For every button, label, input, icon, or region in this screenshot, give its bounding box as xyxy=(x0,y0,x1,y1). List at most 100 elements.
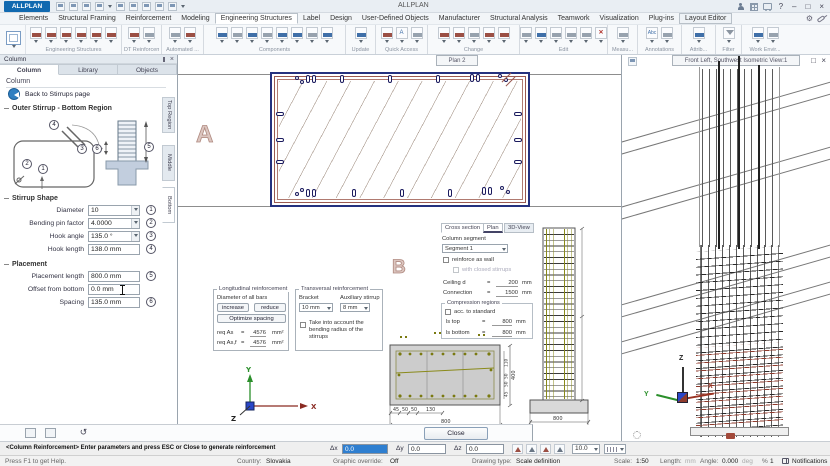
delete-icon[interactable]: ✕ xyxy=(595,27,607,39)
tab-engineering-structures[interactable]: Engineering Structures xyxy=(215,13,298,24)
ribbon-icon[interactable] xyxy=(355,27,367,39)
ribbon-icon[interactable] xyxy=(90,27,102,39)
viewport-stack-icon[interactable] xyxy=(628,57,637,66)
ribbon-icon[interactable] xyxy=(291,27,303,39)
optimize-spacing-button[interactable]: Optimize spacing xyxy=(217,314,286,323)
ribbon-icon[interactable] xyxy=(580,27,592,39)
ribbon-icon[interactable] xyxy=(75,27,87,39)
ribbon-icon[interactable] xyxy=(216,27,228,39)
abc-text-icon[interactable]: Abc xyxy=(646,27,658,39)
tab-reinforcement[interactable]: Reinforcement xyxy=(121,14,177,23)
palette-tab-column[interactable]: Column xyxy=(0,64,59,75)
dropdown-button[interactable] xyxy=(131,219,139,228)
tab-cross-section[interactable]: Cross section xyxy=(441,223,484,233)
viewport-tab-plan2[interactable]: Plan 2 xyxy=(436,55,478,66)
close-icon[interactable]: × xyxy=(817,1,826,12)
tab-elements[interactable]: Elements xyxy=(14,14,53,23)
acc-to-standard-checkbox[interactable] xyxy=(445,309,451,315)
text-icon[interactable]: A xyxy=(396,27,408,39)
palette-tab-objects[interactable]: Objects xyxy=(118,64,177,75)
copy-settings-icon[interactable] xyxy=(45,428,56,438)
delta-y-input[interactable]: 0.0 xyxy=(408,444,446,454)
ribbon-icon[interactable] xyxy=(169,27,181,39)
section-stirrup-shape[interactable]: Stirrup Shape xyxy=(4,195,58,202)
angle-value[interactable]: 0.000 xyxy=(722,458,738,465)
coordinate-icon[interactable] xyxy=(540,444,551,454)
undo-icon[interactable]: ↺ xyxy=(78,428,89,438)
ribbon-icon[interactable] xyxy=(128,27,140,39)
tab-3d-view[interactable]: 3D-View xyxy=(504,223,534,233)
ribbon-icon[interactable] xyxy=(767,27,779,39)
track-point-icon[interactable] xyxy=(526,444,537,454)
close-icon[interactable]: × xyxy=(170,55,174,64)
ribbon-icon[interactable] xyxy=(498,27,510,39)
auxiliary-stirrup-select[interactable]: 8 mm xyxy=(340,303,370,312)
ribbon-icon[interactable] xyxy=(30,27,42,39)
reinforce-as-wall-checkbox[interactable] xyxy=(443,257,449,263)
paste-icon[interactable] xyxy=(155,2,164,11)
ribbon-icon[interactable] xyxy=(231,27,243,39)
ribbon-icon[interactable] xyxy=(184,27,196,39)
length-unit-value[interactable]: mm xyxy=(685,458,696,465)
heart-icon[interactable] xyxy=(693,27,705,39)
hook-length-input[interactable]: 138.0 mm xyxy=(88,244,140,255)
bracket-select[interactable]: 10 mm xyxy=(299,303,333,312)
plan-viewport[interactable]: A B Plan 2 45 50 5 xyxy=(178,55,621,441)
tab-layout-editor[interactable]: Layout Editor xyxy=(679,13,732,24)
ribbon-icon[interactable] xyxy=(246,27,258,39)
notifications-icon[interactable] xyxy=(782,458,789,464)
new-icon[interactable] xyxy=(56,2,65,11)
region-tab-top[interactable]: Top Region xyxy=(162,97,175,133)
close-button[interactable]: Close xyxy=(424,427,488,440)
tab-plan[interactable]: Plan xyxy=(483,223,503,233)
bending-pin-factor-input[interactable]: 4.0000 xyxy=(88,218,140,229)
note-icon[interactable] xyxy=(661,27,673,39)
viewport-tab-isometric[interactable]: Front Left, Southwest Isometric View:1 xyxy=(672,55,800,66)
tools-icon[interactable] xyxy=(168,2,177,11)
section-outer-stirrup[interactable]: Outer Stirrup - Bottom Region xyxy=(4,105,112,112)
palette-tab-library[interactable]: Library xyxy=(59,64,118,75)
measure-icon[interactable] xyxy=(617,27,629,39)
ribbon-icon[interactable] xyxy=(550,27,562,39)
delta-z-input[interactable]: 0.0 xyxy=(466,444,504,454)
delta-x-input[interactable]: 0.0 xyxy=(342,444,388,454)
shop-cart-icon[interactable] xyxy=(763,3,772,10)
point-snap-icon[interactable] xyxy=(512,444,523,454)
reduce-button[interactable]: reduce xyxy=(254,303,286,312)
tab-teamwork[interactable]: Teamwork xyxy=(553,14,595,23)
ls-bottom-input[interactable]: 800 xyxy=(492,330,512,337)
ribbon-icon[interactable] xyxy=(60,27,72,39)
percent-value[interactable]: 1 xyxy=(770,458,774,465)
offset-icon[interactable] xyxy=(554,444,565,454)
dropdown-button[interactable] xyxy=(131,232,139,241)
tab-structural-analysis[interactable]: Structural Analysis xyxy=(485,14,553,23)
isometric-viewport[interactable]: Front Left, Southwest Isometric View:1 □… xyxy=(621,55,830,441)
closed-stirrups-checkbox[interactable] xyxy=(453,267,459,273)
user-account-icon[interactable] xyxy=(737,3,745,11)
tab-plugins[interactable]: Plug-ins xyxy=(644,14,679,23)
apps-grid-icon[interactable] xyxy=(750,3,758,11)
maximize-icon[interactable]: □ xyxy=(803,1,812,12)
ribbon-icon[interactable] xyxy=(276,27,288,39)
back-to-stirrups-button[interactable]: Back to Stirrups page xyxy=(8,88,90,100)
graphic-override-value[interactable]: Off xyxy=(390,458,399,465)
palette-caption[interactable]: Column × xyxy=(0,55,177,64)
chevron-down-icon[interactable] xyxy=(108,5,112,8)
segment-select[interactable]: Segment 1 xyxy=(442,244,508,253)
connection-input[interactable]: 1500 xyxy=(496,290,518,297)
ls-top-input[interactable]: 800 xyxy=(492,319,512,326)
gizmo-cube[interactable] xyxy=(678,393,687,402)
ribbon-icon[interactable] xyxy=(468,27,480,39)
task-area-button[interactable] xyxy=(2,25,26,54)
print-icon[interactable] xyxy=(25,428,36,438)
region-tab-middle[interactable]: Middle Regi... xyxy=(162,145,175,181)
pencil-icon[interactable] xyxy=(381,27,393,39)
scale-value[interactable]: 1:50 xyxy=(636,458,649,465)
save-icon[interactable] xyxy=(82,2,91,11)
tab-design[interactable]: Design xyxy=(325,14,357,23)
ribbon-icon[interactable] xyxy=(520,27,532,39)
tab-user-defined-objects[interactable]: User-Defined Objects xyxy=(357,14,434,23)
ribbon-icon[interactable] xyxy=(105,27,117,39)
gear-icon[interactable]: ⚙ xyxy=(806,14,813,24)
ribbon-icon[interactable] xyxy=(45,27,57,39)
